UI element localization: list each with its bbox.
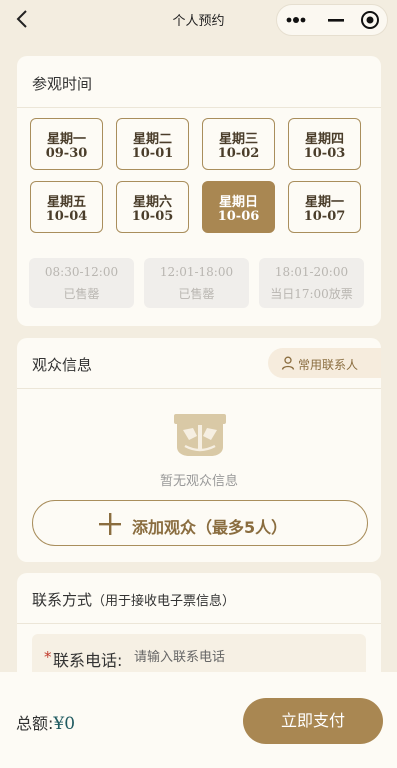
contact-title: 联系方式（用于接收电子票信息） [32, 589, 235, 610]
time-slot-sold-out[interactable]: 08:30-12:00 已售罄 [29, 258, 134, 308]
date-value: 10-01 [131, 146, 174, 161]
slot-status: 当日17:00放票 [270, 287, 353, 301]
date-option[interactable]: 星期三 10-02 [202, 118, 275, 170]
visit-time-card: 参观时间 星期一 09-30 星期二 10-01 星期三 10-02 星期四 1… [17, 56, 381, 326]
contact-title-note: （用于接收电子票信息） [92, 594, 236, 609]
divider [17, 107, 381, 108]
date-value: 10-02 [217, 146, 260, 161]
date-weekday: 星期六 [132, 195, 172, 210]
phone-label: 联系电话: [53, 651, 123, 670]
total: 总额:¥0 [16, 710, 75, 734]
plus-icon [99, 513, 121, 535]
slot-status: 已售罄 [63, 287, 100, 301]
phone-input[interactable] [134, 646, 354, 668]
close-target-icon[interactable] [360, 10, 380, 30]
contact-title-text: 联系方式 [32, 591, 93, 609]
mini-program-capsule [276, 4, 388, 36]
frequent-contacts-label: 常用联系人 [298, 358, 359, 372]
date-value: 10-07 [303, 209, 346, 224]
person-icon [281, 356, 295, 370]
checkout-bar: 总额:¥0 立即支付 [0, 672, 397, 768]
date-option-selected[interactable]: 星期日 10-06 [202, 181, 275, 233]
add-visitor-button[interactable]: 添加观众（最多5人） [32, 500, 368, 546]
date-weekday: 星期四 [304, 132, 344, 147]
date-value: 10-03 [303, 146, 346, 161]
nav-bar: 个人预约 [0, 0, 397, 40]
minimize-icon[interactable] [325, 13, 347, 27]
date-weekday: 星期一 [304, 195, 344, 210]
date-value: 10-06 [217, 209, 260, 224]
date-weekday: 星期日 [218, 195, 258, 210]
date-option[interactable]: 星期一 09-30 [30, 118, 103, 170]
date-weekday: 星期一 [46, 132, 86, 147]
visit-time-title: 参观时间 [32, 75, 93, 93]
date-value: 09-30 [45, 146, 88, 161]
date-weekday: 星期二 [132, 132, 172, 147]
date-option[interactable]: 星期一 10-07 [288, 181, 361, 233]
date-option[interactable]: 星期二 10-01 [116, 118, 189, 170]
slot-time: 12:01-18:00 [159, 265, 234, 279]
empty-visitor-text: 暂无观众信息 [159, 474, 238, 489]
slot-time: 18:01-20:00 [274, 265, 349, 279]
date-value: 10-05 [131, 209, 174, 224]
total-label: 总额: [16, 714, 54, 733]
divider [17, 388, 381, 389]
time-slot-sold-out[interactable]: 12:01-18:00 已售罄 [144, 258, 249, 308]
total-amount: ¥0 [53, 714, 76, 734]
frequent-contacts-button[interactable]: 常用联系人 [268, 348, 381, 378]
visitor-info-card: 观众信息 常用联系人 暂无观众信息 添加观众（最多5人） [17, 338, 381, 562]
date-option[interactable]: 星期五 10-04 [30, 181, 103, 233]
date-option[interactable]: 星期四 10-03 [288, 118, 361, 170]
pay-now-button[interactable]: 立即支付 [243, 698, 383, 744]
slot-time: 08:30-12:00 [44, 265, 119, 279]
date-option[interactable]: 星期六 10-05 [116, 181, 189, 233]
add-visitor-label: 添加观众（最多5人） [132, 518, 288, 537]
visitor-info-title: 观众信息 [32, 356, 93, 374]
slot-status: 已售罄 [178, 287, 215, 301]
date-weekday: 星期五 [46, 195, 86, 210]
required-mark: * [44, 648, 52, 666]
empty-visitor-icon [174, 414, 226, 456]
time-slot-pending[interactable]: 18:01-20:00 当日17:00放票 [259, 258, 364, 308]
more-icon[interactable] [285, 13, 307, 27]
date-weekday: 星期三 [218, 132, 258, 147]
date-value: 10-04 [45, 209, 88, 224]
divider [17, 623, 381, 624]
